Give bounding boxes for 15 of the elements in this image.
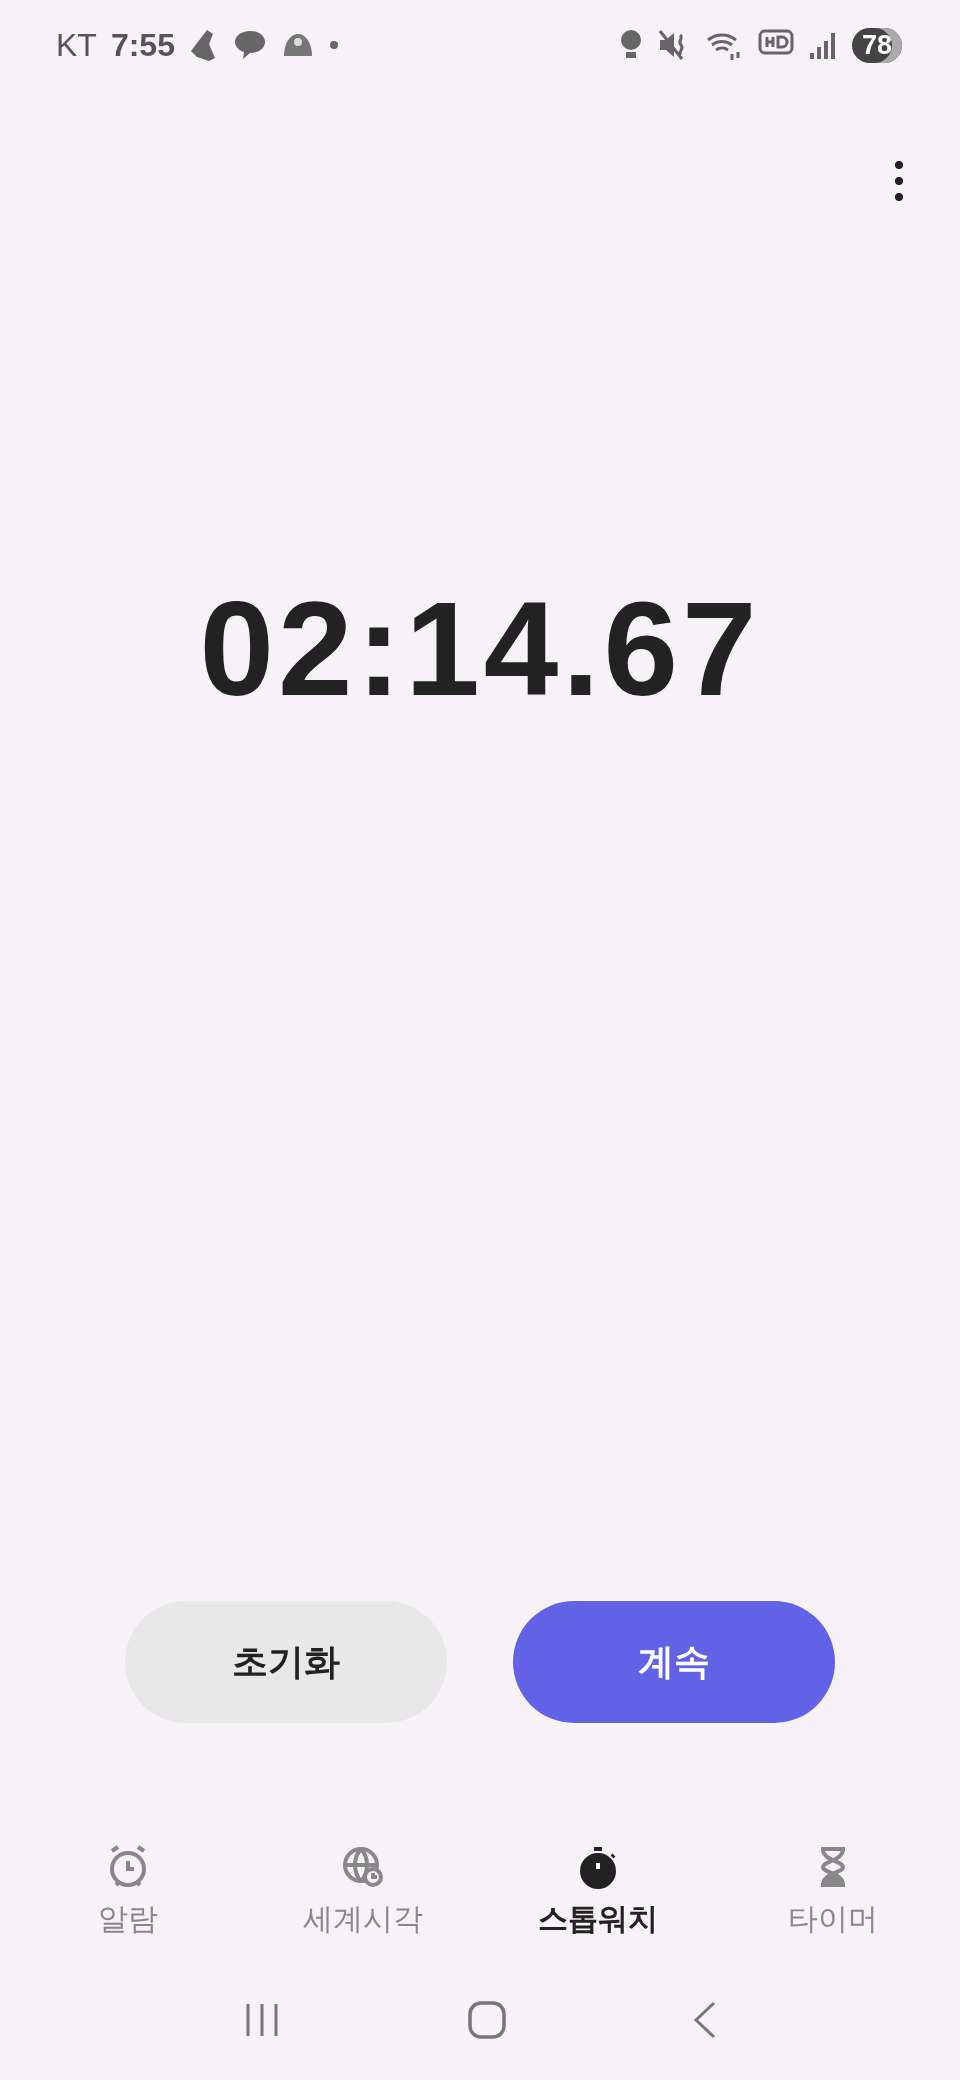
nav-tab[interactable]: 알람 (10, 1843, 245, 1940)
nav-tab[interactable]: 세계시각 (245, 1843, 480, 1940)
chat-bubble-icon (232, 29, 267, 61)
nav-tab[interactable]: 스톱워치 (480, 1843, 715, 1940)
continue-button[interactable]: 계속 (513, 1601, 835, 1723)
battery-level: 78 (851, 27, 902, 63)
dot-icon (328, 40, 339, 50)
carrier-name: KT (56, 26, 97, 64)
elapsed-time: 02:14.67 (198, 573, 762, 725)
clock-time: 7:55 (110, 26, 175, 64)
reset-button[interactable]: 초기화 (125, 1601, 447, 1723)
home-icon[interactable] (467, 2000, 507, 2040)
more-options-icon[interactable] (894, 160, 904, 202)
nav-tab[interactable]: 타이머 (715, 1843, 950, 1940)
back-icon[interactable] (691, 2000, 718, 2040)
